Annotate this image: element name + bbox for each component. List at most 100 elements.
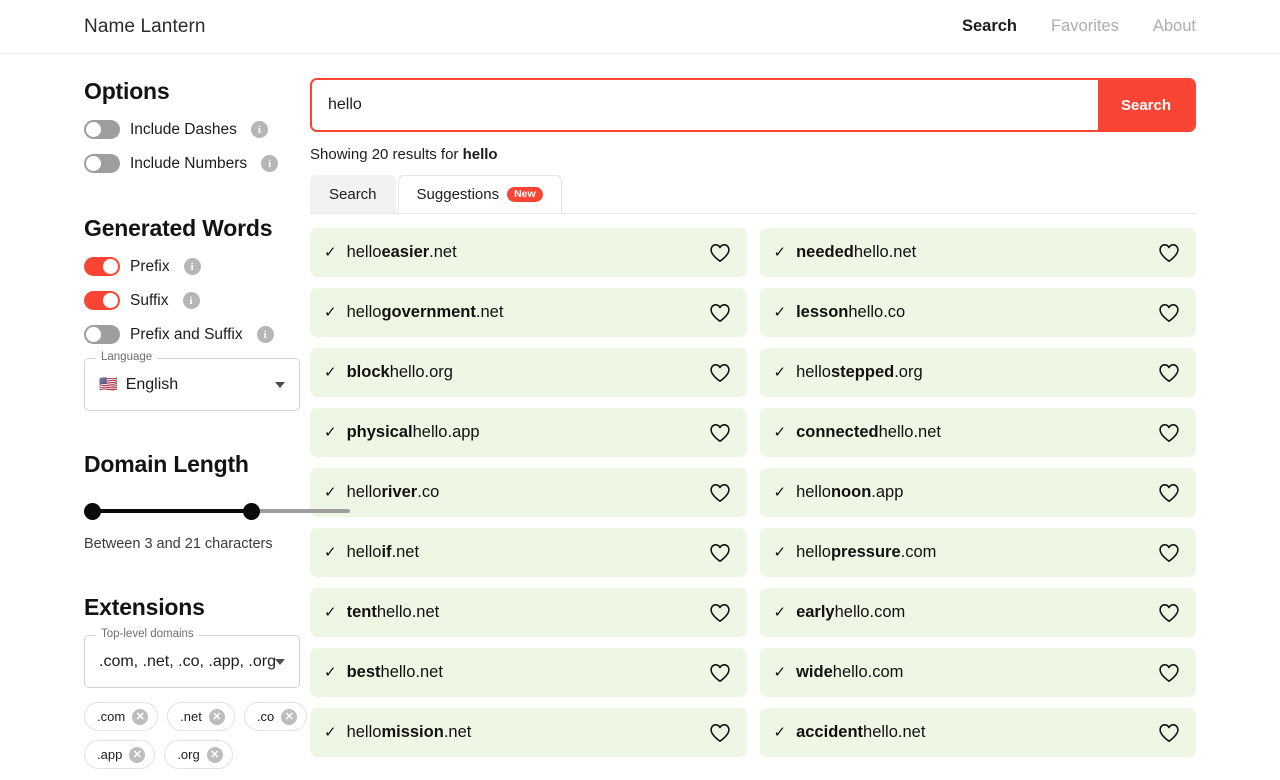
info-icon[interactable]: i: [261, 155, 278, 172]
close-icon[interactable]: ✕: [132, 709, 148, 725]
language-select[interactable]: Language 🇺🇸 English: [84, 358, 300, 411]
result-row[interactable]: ✓blockhello.org: [310, 348, 747, 397]
tld-chip-label: .co: [257, 709, 274, 724]
new-badge: New: [507, 187, 543, 203]
domain-name-label: connectedhello.net: [796, 423, 1158, 442]
tab-search[interactable]: Search: [310, 175, 396, 213]
tld-chip-label: .app: [97, 747, 122, 762]
toggle-include-numbers[interactable]: Include Numbers i: [84, 154, 300, 173]
include-numbers-switch[interactable]: [84, 154, 120, 173]
heart-outline-icon[interactable]: [1158, 603, 1180, 623]
prefix-switch[interactable]: [84, 257, 120, 276]
result-row[interactable]: ✓earlyhello.com: [760, 588, 1197, 637]
tab-suggestions[interactable]: Suggestions New: [398, 175, 562, 213]
nav-link-favorites[interactable]: Favorites: [1051, 17, 1119, 36]
result-row[interactable]: ✓hellostepped.org: [760, 348, 1197, 397]
results-summary-query: hello: [463, 146, 498, 163]
close-icon[interactable]: ✕: [129, 747, 145, 763]
result-row[interactable]: ✓helloif.net: [310, 528, 747, 577]
search-input[interactable]: [312, 80, 1098, 130]
heart-outline-icon[interactable]: [1158, 303, 1180, 323]
toggle-include-dashes[interactable]: Include Dashes i: [84, 120, 300, 139]
check-icon: ✓: [324, 725, 337, 740]
heart-outline-icon[interactable]: [1158, 723, 1180, 743]
close-icon[interactable]: ✕: [281, 709, 297, 725]
heart-outline-icon[interactable]: [709, 423, 731, 443]
heart-outline-icon[interactable]: [1158, 483, 1180, 503]
result-row[interactable]: ✓hellonoon.app: [760, 468, 1197, 517]
close-icon[interactable]: ✕: [207, 747, 223, 763]
heart-outline-icon[interactable]: [709, 243, 731, 263]
tld-chip[interactable]: .co ✕: [244, 702, 307, 731]
tld-chip-label: .org: [177, 747, 199, 762]
tld-select-legend: Top-level domains: [96, 628, 199, 640]
app-header: Name Lantern Search Favorites About: [0, 0, 1280, 54]
tld-chip[interactable]: .com✕: [84, 702, 158, 731]
check-icon: ✓: [324, 305, 337, 320]
heart-outline-icon[interactable]: [709, 483, 731, 503]
filters-sidebar: Options Include Dashes i Include Numbers…: [0, 78, 310, 769]
result-row[interactable]: ✓tenthello.net: [310, 588, 747, 637]
main-content: Search Showing 20 results for hello Sear…: [310, 78, 1280, 769]
heart-outline-icon[interactable]: [1158, 423, 1180, 443]
language-select-value-wrap: 🇺🇸 English: [99, 376, 178, 394]
nav-link-search[interactable]: Search: [962, 17, 1017, 36]
info-icon[interactable]: i: [257, 326, 274, 343]
extensions-section-title: Extensions: [84, 594, 300, 621]
tld-chip[interactable]: .org ✕: [164, 740, 232, 769]
result-row[interactable]: ✓connectedhello.net: [760, 408, 1197, 457]
page-layout: Options Include Dashes i Include Numbers…: [0, 54, 1280, 769]
prefix-and-suffix-switch[interactable]: [84, 325, 120, 344]
tld-chip[interactable]: .net✕: [167, 702, 235, 731]
chevron-down-icon[interactable]: [275, 382, 285, 388]
tld-select[interactable]: Top-level domains .com, .net, .co, .app,…: [84, 635, 300, 688]
domain-name-label: widehello.com: [796, 663, 1158, 682]
language-select-value: English: [126, 376, 178, 394]
result-row[interactable]: ✓neededhello.net: [760, 228, 1197, 277]
include-numbers-label: Include Numbers: [130, 155, 247, 173]
heart-outline-icon[interactable]: [1158, 243, 1180, 263]
result-row[interactable]: ✓ widehello.com: [760, 648, 1197, 697]
info-icon[interactable]: i: [251, 121, 268, 138]
heart-outline-icon[interactable]: [1158, 363, 1180, 383]
search-button[interactable]: Search: [1098, 80, 1194, 130]
toggle-prefix[interactable]: Prefix i: [84, 257, 300, 276]
info-icon[interactable]: i: [183, 292, 200, 309]
result-row[interactable]: ✓lessonhello.co: [760, 288, 1197, 337]
domain-name-label: helloriver.co: [347, 483, 709, 502]
result-row[interactable]: ✓accidenthello.net: [760, 708, 1197, 757]
result-row[interactable]: ✓hellomission.net: [310, 708, 747, 757]
result-row[interactable]: ✓helloriver.co: [310, 468, 747, 517]
heart-outline-icon[interactable]: [709, 363, 731, 383]
heart-outline-icon[interactable]: [709, 663, 731, 683]
heart-outline-icon[interactable]: [709, 603, 731, 623]
domain-name-label: hellopressure.com: [796, 543, 1158, 562]
heart-outline-icon[interactable]: [709, 723, 731, 743]
prefix-and-suffix-label: Prefix and Suffix: [130, 326, 243, 344]
result-row[interactable]: ✓physicalhello.app: [310, 408, 747, 457]
nav-link-about[interactable]: About: [1153, 17, 1196, 36]
include-dashes-switch[interactable]: [84, 120, 120, 139]
domain-name-label: hellostepped.org: [796, 363, 1158, 382]
close-icon[interactable]: ✕: [209, 709, 225, 725]
result-row[interactable]: ✓hellogovernment.net: [310, 288, 747, 337]
slider-thumb-min[interactable]: [84, 503, 101, 520]
check-icon: ✓: [774, 665, 787, 680]
toggle-suffix[interactable]: Suffix i: [84, 291, 300, 310]
result-row[interactable]: ✓helloeasier.net: [310, 228, 747, 277]
heart-outline-icon[interactable]: [1158, 663, 1180, 683]
result-row[interactable]: ✓hellopressure.com: [760, 528, 1197, 577]
tld-chip[interactable]: .app ✕: [84, 740, 155, 769]
heart-outline-icon[interactable]: [1158, 543, 1180, 563]
generated-words-section-title: Generated Words: [84, 215, 300, 242]
heart-outline-icon[interactable]: [709, 303, 731, 323]
toggle-prefix-and-suffix[interactable]: Prefix and Suffix i: [84, 325, 300, 344]
info-icon[interactable]: i: [184, 258, 201, 275]
domain-length-slider[interactable]: [84, 500, 350, 522]
slider-thumb-max[interactable]: [243, 503, 260, 520]
result-row[interactable]: ✓besthello.net: [310, 648, 747, 697]
check-icon: ✓: [774, 485, 787, 500]
suffix-switch[interactable]: [84, 291, 120, 310]
heart-outline-icon[interactable]: [709, 543, 731, 563]
chevron-down-icon[interactable]: [275, 659, 285, 665]
